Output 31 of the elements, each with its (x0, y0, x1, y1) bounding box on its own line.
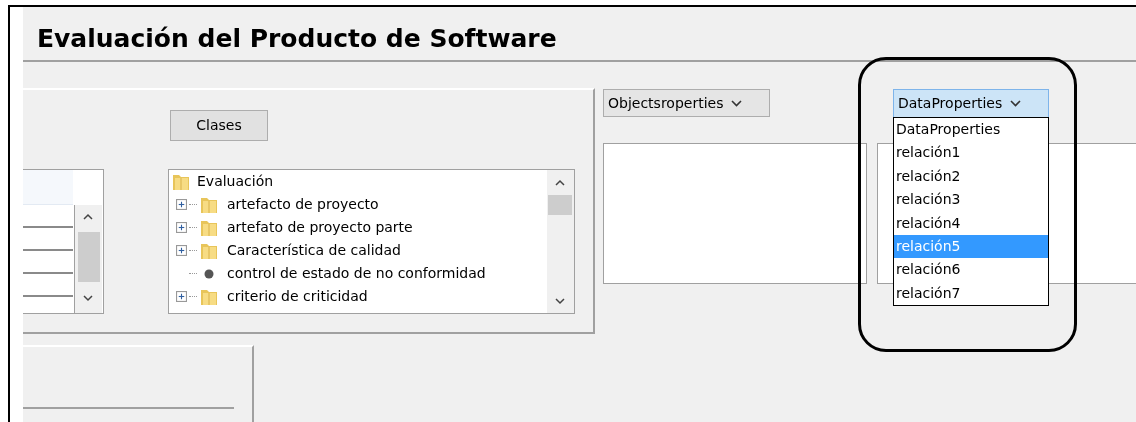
tree-item[interactable]: control de estado de no conformidad (227, 263, 486, 284)
dropdown-option[interactable]: relación6 (894, 258, 1048, 282)
dropdown-option[interactable]: relación7 (894, 281, 1048, 306)
tree-item[interactable]: Característica de calidad (227, 240, 401, 261)
window-title: Evaluación del Producto de Software (37, 23, 557, 55)
tree-item[interactable]: artefacto de proyecto (227, 194, 379, 215)
tree-item[interactable]: artefato de proyecto parte (227, 217, 413, 238)
tree-item[interactable]: Evaluación (197, 171, 274, 192)
scroll-down-icon[interactable] (83, 295, 93, 302)
scroll-down-icon[interactable] (555, 298, 565, 305)
scrollbar[interactable] (547, 170, 574, 313)
list-box[interactable] (603, 143, 867, 284)
dropdown-option[interactable]: relación4 (894, 211, 1048, 235)
expand-icon[interactable] (176, 245, 187, 256)
bullet-icon (204, 268, 214, 279)
caret-icon (731, 99, 743, 107)
expand-icon[interactable] (176, 222, 187, 233)
expand-icon[interactable] (176, 199, 187, 210)
combo-box[interactable]: DataProperties (893, 89, 1049, 118)
dropdown-option[interactable]: relación2 (894, 164, 1048, 189)
scroll-up-icon[interactable] (555, 179, 565, 186)
tree-item[interactable]: criterio de criticidad (227, 286, 368, 307)
combo-box[interactable]: Objectsroperties (603, 89, 770, 117)
dropdown-option[interactable]: DataProperties (894, 118, 1048, 142)
classes-button[interactable]: Clases (170, 110, 268, 141)
scrollbar[interactable] (74, 205, 102, 313)
expand-icon[interactable] (176, 291, 187, 302)
scroll-up-icon[interactable] (83, 213, 93, 220)
dropdown-option[interactable]: relación3 (894, 188, 1048, 212)
dropdown-option[interactable]: relación1 (894, 141, 1048, 165)
caret-icon (1010, 100, 1022, 107)
